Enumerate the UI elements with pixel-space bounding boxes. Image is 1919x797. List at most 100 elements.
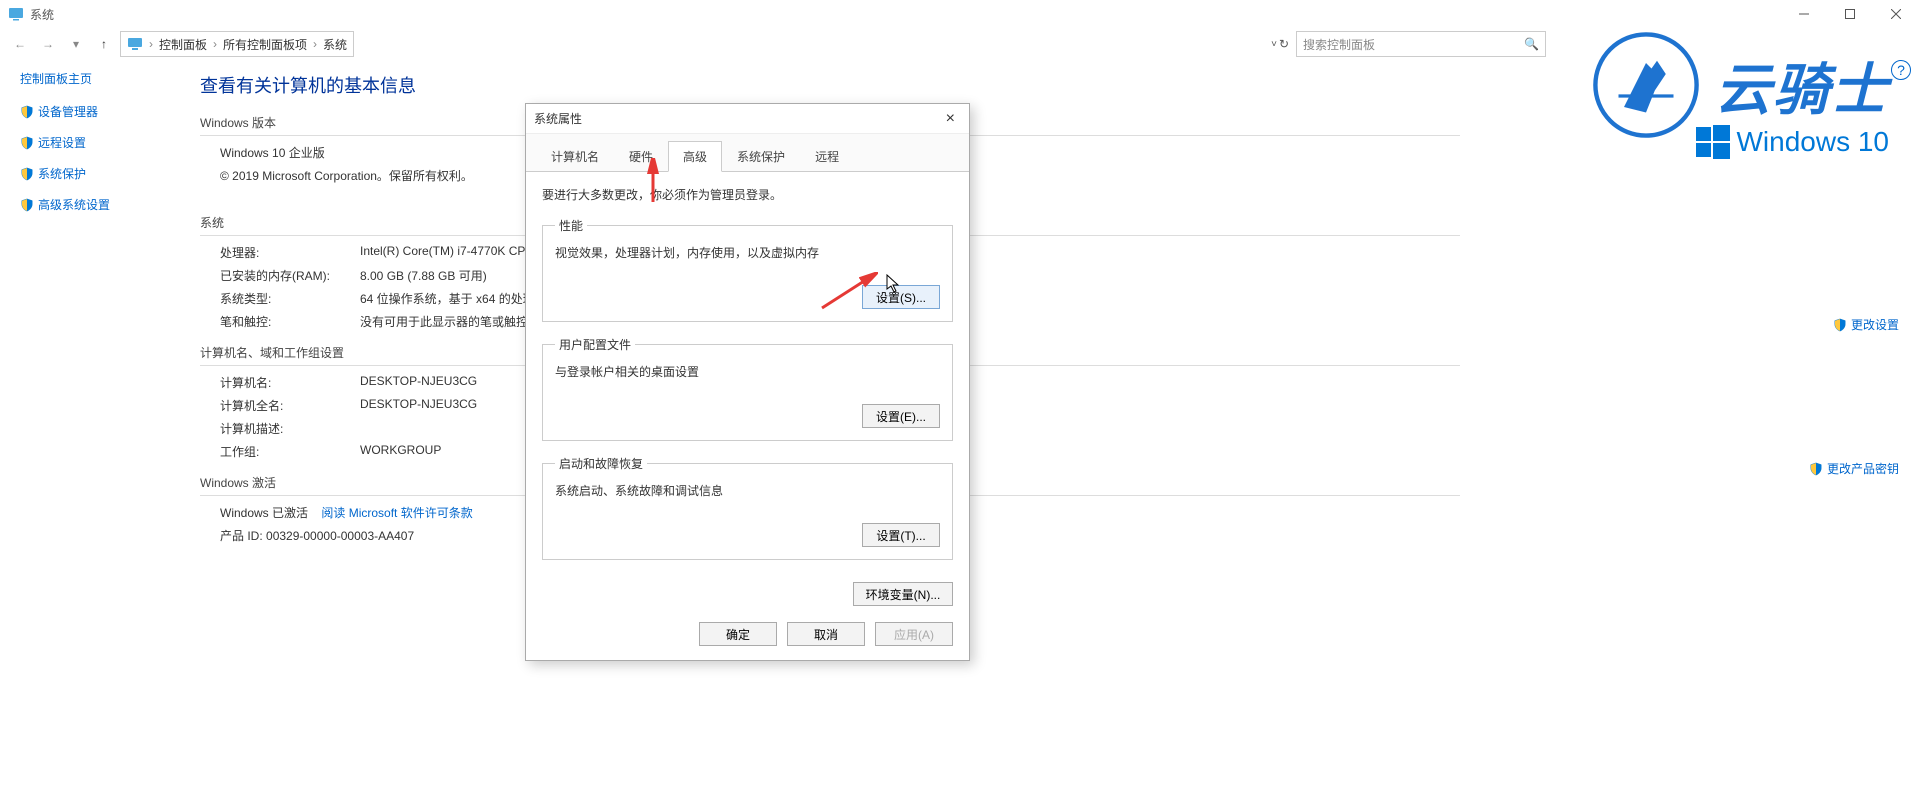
sidebar-item-label: 远程设置 (38, 134, 86, 151)
chevron-right-icon: › (311, 37, 319, 51)
chevron-down-icon: ˅ (1271, 39, 1277, 50)
search-icon: 🔍 (1524, 37, 1539, 51)
shield-icon (20, 198, 34, 212)
titlebar: 系统 (0, 0, 1919, 28)
chevron-right-icon: › (211, 37, 219, 51)
row-processor: 处理器:Intel(R) Core(TM) i7-4770K CPU (220, 244, 1879, 261)
license-link[interactable]: 阅读 Microsoft 软件许可条款 (321, 506, 472, 520)
search-input[interactable]: 搜索控制面板 🔍 (1296, 31, 1546, 57)
crumb-control-panel[interactable]: 控制面板 (159, 36, 207, 53)
row-pen-touch: 笔和触控:没有可用于此显示器的笔或触控输 (220, 313, 1879, 330)
sidebar-item-remote[interactable]: 远程设置 (20, 134, 180, 151)
row-full-name: 计算机全名:DESKTOP-NJEU3CG (220, 397, 1879, 414)
row-computer-name: 计算机名:DESKTOP-NJEU3CG (220, 374, 1879, 391)
label: 工作组: (220, 443, 360, 460)
row-ram: 已安装的内存(RAM):8.00 GB (7.88 GB 可用) (220, 267, 1879, 284)
sidebar-item-label: 设备管理器 (38, 103, 98, 120)
window-controls (1781, 0, 1919, 28)
monitor-icon (127, 36, 143, 52)
sidebar-home[interactable]: 控制面板主页 (20, 70, 180, 87)
value: Intel(R) Core(TM) i7-4770K CPU (360, 244, 534, 261)
user-profile-desc: 与登录帐户相关的桌面设置 (555, 363, 940, 380)
sidebar-item-advanced[interactable]: 高级系统设置 (20, 196, 180, 213)
value: WORKGROUP (360, 443, 441, 460)
up-button[interactable]: ↑ (92, 32, 116, 56)
navbar: ← → ▾ ↑ › 控制面板 › 所有控制面板项 › 系统 ˅ ↻ 搜索控制面板… (0, 28, 1919, 60)
search-placeholder: 搜索控制面板 (1303, 36, 1375, 53)
dialog-footer: 确定 取消 应用(A) (526, 610, 969, 660)
dialog-title: 系统属性 (534, 110, 582, 127)
shield-icon (20, 105, 34, 119)
fieldset-startup: 启动和故障恢复 系统启动、系统故障和调试信息 设置(T)... (542, 455, 953, 560)
ok-button[interactable]: 确定 (699, 622, 777, 646)
label: 计算机全名: (220, 397, 360, 414)
refresh-icon: ↻ (1279, 37, 1289, 51)
startup-desc: 系统启动、系统故障和调试信息 (555, 482, 940, 499)
tab-protection[interactable]: 系统保护 (722, 141, 800, 172)
dialog-hint: 要进行大多数更改，你必须作为管理员登录。 (542, 186, 953, 203)
user-profile-settings-button[interactable]: 设置(E)... (862, 404, 940, 428)
row-workgroup: 工作组:WORKGROUP (220, 443, 1879, 460)
product-id-value: 00329-00000-00003-AA407 (266, 529, 414, 543)
value: DESKTOP-NJEU3CG (360, 397, 477, 414)
crumb-system[interactable]: 系统 (323, 36, 347, 53)
label: 已安装的内存(RAM): (220, 267, 360, 284)
performance-settings-button[interactable]: 设置(S)... (862, 285, 940, 309)
forward-button[interactable]: → (36, 32, 60, 56)
shield-icon (1809, 462, 1823, 476)
sidebar-item-protection[interactable]: 系统保护 (20, 165, 180, 182)
system-properties-dialog: 系统属性 × 计算机名 硬件 高级 系统保护 远程 要进行大多数更改，你必须作为… (525, 103, 970, 661)
copyright: © 2019 Microsoft Corporation。保留所有权利。 (220, 167, 1879, 184)
fieldset-performance: 性能 视觉效果，处理器计划，内存使用，以及虚拟内存 设置(S)... (542, 217, 953, 322)
change-key-link[interactable]: 更改产品密钥 (1809, 460, 1899, 477)
sidebar-item-device-manager[interactable]: 设备管理器 (20, 103, 180, 120)
row-description: 计算机描述: (220, 420, 1879, 437)
label: 系统类型: (220, 290, 360, 307)
maximize-button[interactable] (1827, 0, 1873, 28)
minimize-button[interactable] (1781, 0, 1827, 28)
row-system-type: 系统类型:64 位操作系统，基于 x64 的处理 (220, 290, 1879, 307)
label: 处理器: (220, 244, 360, 261)
env-vars-button[interactable]: 环境变量(N)... (853, 582, 953, 606)
window-title: 系统 (30, 6, 54, 23)
change-settings-link[interactable]: 更改设置 (1833, 316, 1899, 333)
product-id-label: 产品 ID: (220, 529, 263, 543)
system-icon (8, 6, 24, 22)
link-label: 更改设置 (1851, 316, 1899, 333)
shield-icon (1833, 318, 1847, 332)
value: 8.00 GB (7.88 GB 可用) (360, 267, 487, 284)
apply-button[interactable]: 应用(A) (875, 622, 953, 646)
link-label: 更改产品密钥 (1827, 460, 1899, 477)
dialog-titlebar[interactable]: 系统属性 × (526, 104, 969, 134)
cancel-button[interactable]: 取消 (787, 622, 865, 646)
tab-remote[interactable]: 远程 (800, 141, 854, 172)
recent-dropdown[interactable]: ▾ (64, 32, 88, 56)
crumb-all-items[interactable]: 所有控制面板项 (223, 36, 307, 53)
legend-performance: 性能 (555, 217, 587, 234)
fieldset-user-profile: 用户配置文件 与登录帐户相关的桌面设置 设置(E)... (542, 336, 953, 441)
tab-computer-name[interactable]: 计算机名 (536, 141, 614, 172)
value: 没有可用于此显示器的笔或触控输 (360, 313, 540, 330)
breadcrumb[interactable]: › 控制面板 › 所有控制面板项 › 系统 (120, 31, 354, 57)
refresh-button[interactable]: ˅ ↻ (1268, 32, 1292, 56)
startup-settings-button[interactable]: 设置(T)... (862, 523, 940, 547)
performance-desc: 视觉效果，处理器计划，内存使用，以及虚拟内存 (555, 244, 940, 261)
legend-startup: 启动和故障恢复 (555, 455, 647, 472)
tab-advanced[interactable]: 高级 (668, 141, 722, 172)
dialog-close-button[interactable]: × (940, 110, 961, 128)
sidebar: 控制面板主页 设备管理器 远程设置 系统保护 高级系统设置 (0, 60, 180, 797)
label: 笔和触控: (220, 313, 360, 330)
activation-line: Windows 已激活 阅读 Microsoft 软件许可条款 (220, 504, 1879, 521)
shield-icon (20, 167, 34, 181)
tab-hardware[interactable]: 硬件 (614, 141, 668, 172)
label: 计算机名: (220, 374, 360, 391)
edition-name: Windows 10 企业版 (220, 144, 1879, 161)
back-button[interactable]: ← (8, 32, 32, 56)
legend-user-profile: 用户配置文件 (555, 336, 635, 353)
content: 查看有关计算机的基本信息 Windows 版本 Windows 10 企业版 ©… (180, 60, 1919, 797)
sidebar-item-label: 高级系统设置 (38, 196, 110, 213)
product-id-line: 产品 ID: 00329-00000-00003-AA407 (220, 527, 1879, 544)
close-button[interactable] (1873, 0, 1919, 28)
value: 64 位操作系统，基于 x64 的处理 (360, 290, 535, 307)
shield-icon (20, 136, 34, 150)
